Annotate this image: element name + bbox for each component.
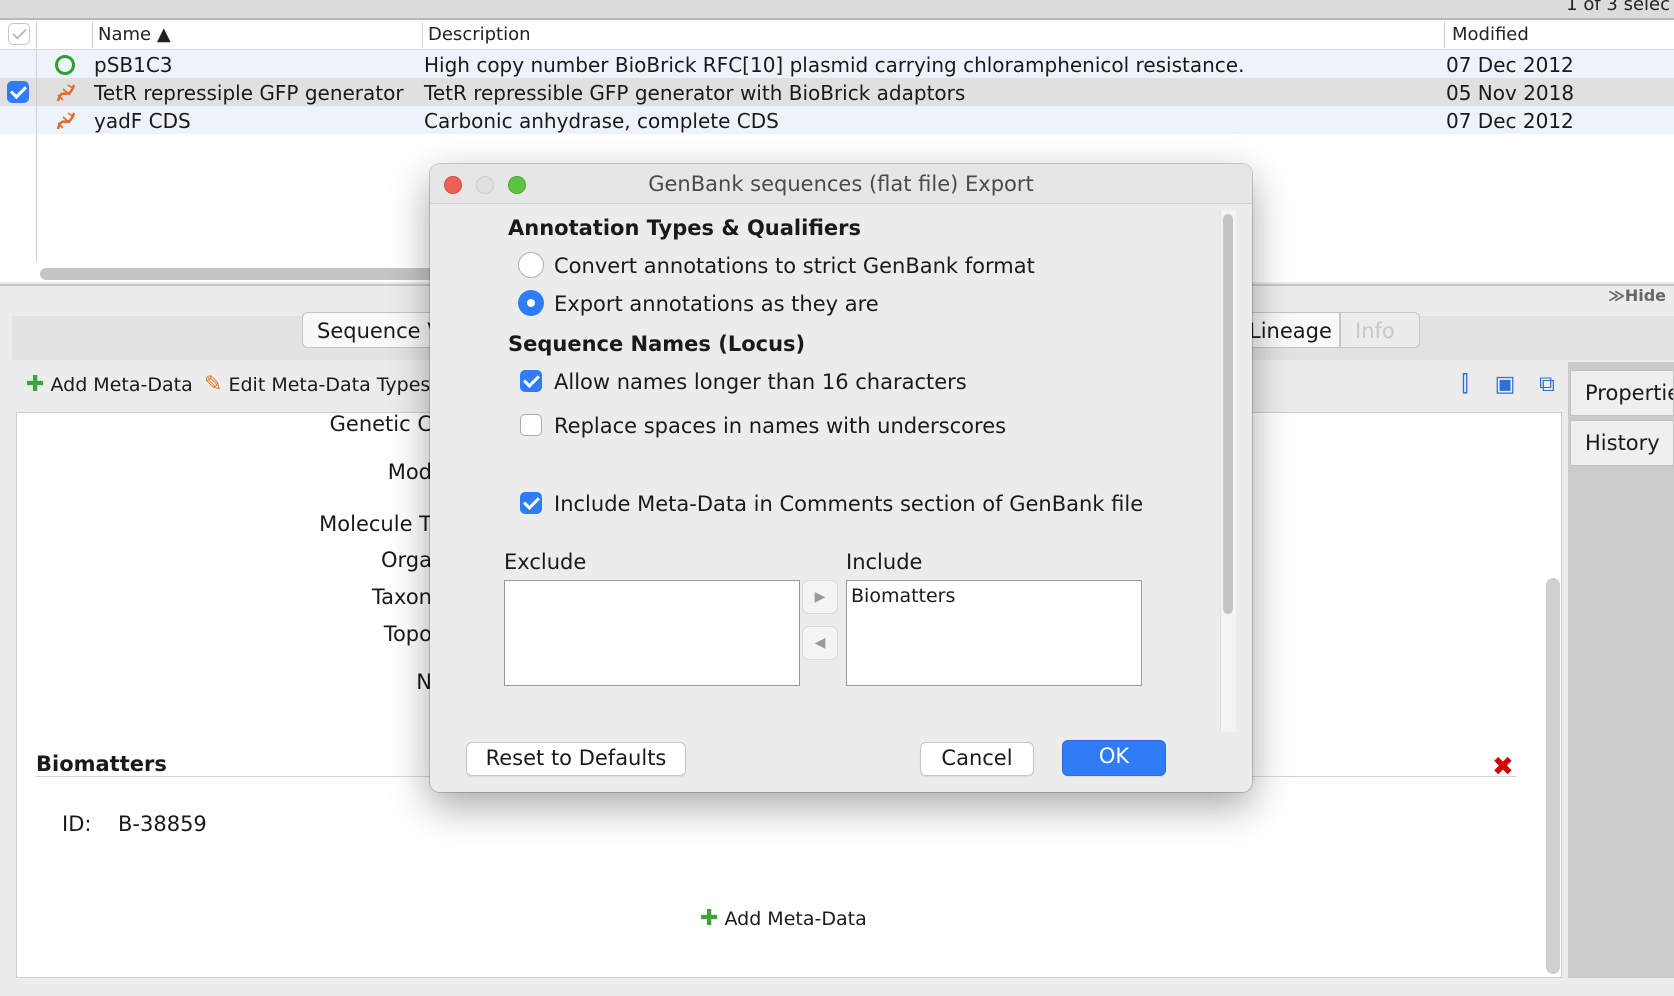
checkbox-include-meta[interactable]	[520, 492, 542, 514]
table-row[interactable]: pSB1C3 High copy number BioBrick RFC[10]…	[0, 50, 1674, 78]
radio-export-as-is[interactable]	[518, 290, 544, 316]
include-label: Include	[846, 550, 923, 574]
select-all-checkbox[interactable]	[8, 23, 30, 45]
cancel-button[interactable]: Cancel	[920, 742, 1034, 776]
row-modified: 05 Nov 2018	[1446, 81, 1575, 105]
add-meta-data-button[interactable]: ✚ Add Meta-Data	[26, 372, 193, 397]
field-label-organism: Orga	[381, 548, 432, 572]
radio-convert-strict-label[interactable]: Convert annotations to strict GenBank fo…	[554, 254, 1035, 278]
circular-dna-icon	[55, 55, 75, 75]
table-row[interactable]: yadF CDS Carbonic anhydrase, complete CD…	[0, 106, 1674, 134]
export-dialog: GenBank sequences (flat file) Export Ann…	[430, 164, 1252, 792]
delete-icon[interactable]: ✖	[1492, 752, 1514, 782]
field-label-genetic-code: Genetic C	[329, 412, 432, 436]
checkbox-allow-long-names-label[interactable]: Allow names longer than 16 characters	[554, 370, 967, 394]
checkbox-include-meta-label[interactable]: Include Meta-Data in Comments section of…	[554, 492, 1143, 516]
tab-sequence-view[interactable]: Sequence V	[302, 312, 442, 348]
list-item[interactable]: Biomatters	[851, 585, 955, 607]
column-header-modified[interactable]: Modified	[1452, 24, 1529, 45]
edit-meta-types-label: Edit Meta-Data Types	[228, 374, 431, 396]
linear-dna-icon	[56, 84, 76, 102]
row-name: pSB1C3	[94, 53, 173, 77]
zoom-window-icon[interactable]	[508, 176, 526, 194]
ok-button[interactable]: OK	[1062, 740, 1166, 776]
column-header-description[interactable]: Description	[428, 24, 531, 45]
exclude-list[interactable]	[504, 580, 800, 686]
dialog-title: GenBank sequences (flat file) Export	[430, 164, 1252, 204]
linear-dna-icon	[56, 112, 76, 130]
tab-properties[interactable]: Propertie	[1570, 370, 1674, 416]
reset-to-defaults-button[interactable]: Reset to Defaults	[466, 742, 686, 776]
field-label-mod: Mod	[387, 460, 432, 484]
top-strip: 1 of 3 selec	[0, 0, 1674, 20]
field-label-n: N	[416, 670, 432, 694]
edit-meta-data-types-button[interactable]: ✎ Edit Meta-Data Types	[204, 372, 430, 397]
id-value: B-38859	[118, 812, 207, 836]
row-description: High copy number BioBrick RFC[10] plasmi…	[424, 53, 1245, 77]
add-meta-data-label: Add Meta-Data	[50, 374, 193, 396]
include-list[interactable]: Biomatters	[846, 580, 1142, 686]
plus-icon: ✚	[700, 906, 719, 931]
exclude-label: Exclude	[504, 550, 587, 574]
checkbox-replace-spaces-label[interactable]: Replace spaces in names with underscores	[554, 414, 1006, 438]
column-header-name[interactable]: Name ▲	[98, 24, 171, 45]
add-meta-data-link-label: Add Meta-Data	[724, 908, 867, 930]
row-name: TetR repressiple GFP generator	[94, 81, 404, 105]
biomatters-heading: Biomatters	[36, 752, 167, 776]
row-description: TetR repressible GFP generator with BioB…	[424, 81, 966, 105]
row-checkbox[interactable]	[7, 81, 29, 103]
horizontal-scrollbar[interactable]	[40, 268, 460, 280]
field-label-topology: Topo	[383, 622, 432, 646]
row-name: yadF CDS	[94, 109, 191, 133]
id-label: ID:	[62, 812, 92, 836]
table-header: Name ▲ Description Modified	[0, 20, 1674, 50]
field-label-taxonomy: Taxon	[371, 585, 432, 609]
selection-count: 1 of 3 selec	[1566, 0, 1670, 15]
column-divider	[36, 50, 37, 262]
dialog-scrollbar[interactable]	[1223, 214, 1233, 614]
checkbox-allow-long-names[interactable]	[520, 370, 542, 392]
radio-convert-strict[interactable]	[518, 252, 544, 278]
bottom-bar	[0, 980, 1674, 996]
vertical-scrollbar[interactable]	[1546, 578, 1560, 974]
move-left-icon[interactable]: ◀	[802, 626, 838, 660]
checkbox-replace-spaces[interactable]	[520, 414, 542, 436]
radio-export-as-is-label[interactable]: Export annotations as they are	[554, 292, 879, 316]
minimize-window-icon[interactable]	[476, 176, 494, 194]
annotation-types-heading: Annotation Types & Qualifiers	[508, 216, 861, 240]
fit-view-icon[interactable]: ▣	[1492, 372, 1518, 398]
close-window-icon[interactable]	[444, 176, 462, 194]
pencil-icon: ✎	[204, 372, 223, 397]
tab-info[interactable]: Info	[1340, 312, 1420, 348]
add-meta-data-link[interactable]: ✚ Add Meta-Data	[700, 906, 867, 931]
row-modified: 07 Dec 2012	[1446, 109, 1574, 133]
table-row[interactable]: TetR repressiple GFP generator TetR repr…	[0, 78, 1674, 106]
sequence-names-heading: Sequence Names (Locus)	[508, 332, 806, 356]
row-description: Carbonic anhydrase, complete CDS	[424, 109, 779, 133]
row-modified: 07 Dec 2012	[1446, 53, 1574, 77]
tab-history[interactable]: History	[1570, 420, 1674, 466]
plus-icon: ✚	[26, 372, 45, 397]
move-right-icon[interactable]: ▶	[802, 580, 838, 614]
field-label-molecule-type: Molecule T	[319, 512, 432, 536]
split-view-icon[interactable]: ⫿	[1452, 372, 1478, 398]
hide-toggle[interactable]: ≫Hide	[1608, 286, 1666, 305]
popout-window-icon[interactable]: ⧉	[1534, 372, 1560, 398]
